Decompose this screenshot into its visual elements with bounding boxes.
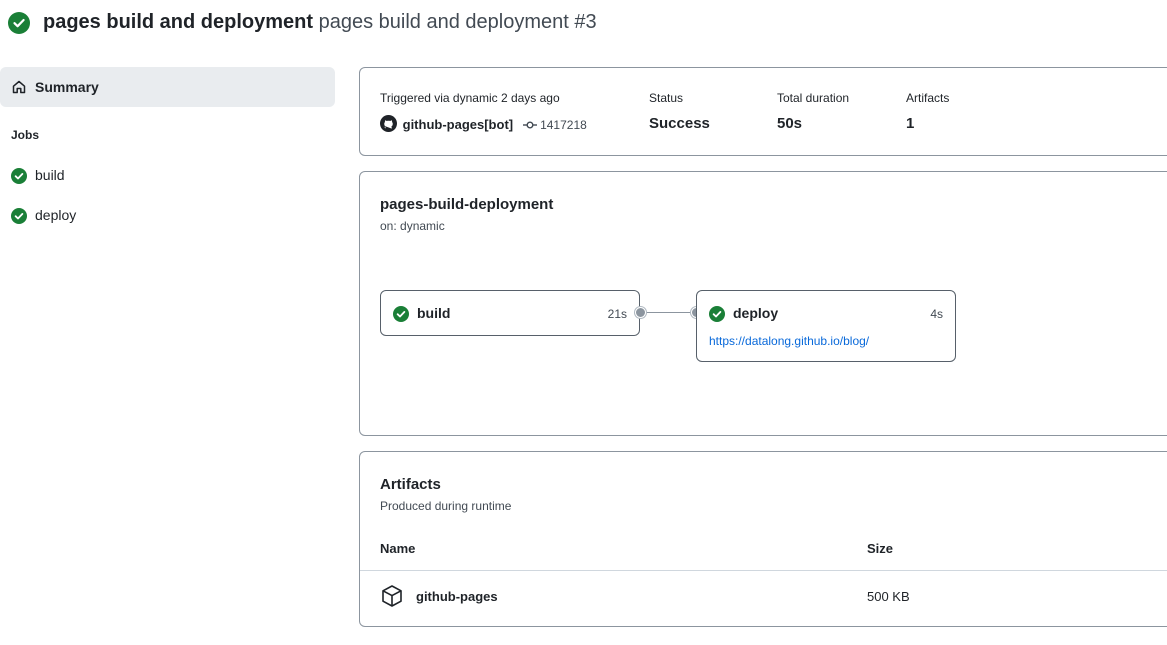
check-circle-icon	[709, 306, 725, 322]
workflow-name-title: pages build and deployment	[43, 11, 314, 33]
run-title: pages build and deployment #3	[318, 11, 597, 33]
home-icon	[11, 79, 27, 100]
job-connector	[640, 312, 696, 313]
sidebar-item-deploy[interactable]: deploy	[0, 199, 335, 231]
check-circle-icon	[11, 208, 27, 224]
page-title: pages build and deployment pages build a…	[43, 11, 597, 34]
workflow-trigger: on: dynamic	[380, 219, 445, 233]
artifact-size: 500 KB	[867, 589, 910, 604]
job-duration: 21s	[607, 307, 627, 321]
duration-value: 50s	[777, 115, 803, 132]
artifacts-card: Artifacts Produced during runtime Name S…	[359, 451, 1167, 627]
job-duration: 4s	[930, 307, 943, 321]
status-value: Success	[649, 115, 710, 132]
artifacts-label: Artifacts	[906, 91, 950, 105]
sidebar-item-summary[interactable]: Summary	[0, 67, 335, 107]
connector-dot-out	[635, 307, 646, 318]
commit-link[interactable]: 1417218	[522, 118, 587, 133]
jobs-heading: Jobs	[11, 128, 40, 142]
artifact-name-link[interactable]: github-pages	[416, 589, 498, 604]
table-divider	[360, 570, 1167, 571]
sidebar-item-build[interactable]: build	[0, 159, 335, 191]
job-node-build[interactable]: build 21s	[380, 290, 640, 336]
artifacts-count[interactable]: 1	[906, 115, 914, 132]
run-summary-card: Triggered via dynamic 2 days ago github-…	[359, 67, 1167, 156]
sidebar-item-label: build	[35, 167, 65, 183]
column-header-name: Name	[380, 541, 416, 556]
job-name: build	[417, 305, 451, 321]
artifacts-title: Artifacts	[380, 476, 441, 493]
actor-link[interactable]: github-pages[bot]	[403, 117, 513, 132]
workflow-graph-card: pages-build-deployment on: dynamic build…	[359, 171, 1167, 436]
workflow-file-name: pages-build-deployment	[380, 196, 554, 213]
status-success-icon	[8, 12, 30, 34]
job-name: deploy	[733, 305, 779, 321]
commit-sha: 1417218	[540, 118, 587, 132]
check-circle-icon	[11, 168, 27, 184]
status-label: Status	[649, 91, 684, 105]
git-commit-icon	[522, 119, 537, 133]
deployment-url-link[interactable]: https://datalong.github.io/blog/	[709, 334, 869, 348]
check-circle-icon	[393, 306, 409, 322]
triggered-text: Triggered via dynamic 2 days ago	[380, 91, 560, 105]
sidebar-item-label: Summary	[35, 79, 99, 95]
sidebar-item-label: deploy	[35, 207, 77, 223]
package-icon	[381, 584, 403, 613]
job-node-deploy[interactable]: deploy 4s https://datalong.github.io/blo…	[696, 290, 956, 362]
column-header-size: Size	[867, 541, 894, 556]
duration-label: Total duration	[777, 91, 850, 105]
artifacts-subtitle: Produced during runtime	[380, 499, 512, 513]
actor-row: github-pages[bot] 1417218	[380, 115, 587, 135]
github-mark-icon	[380, 115, 397, 135]
